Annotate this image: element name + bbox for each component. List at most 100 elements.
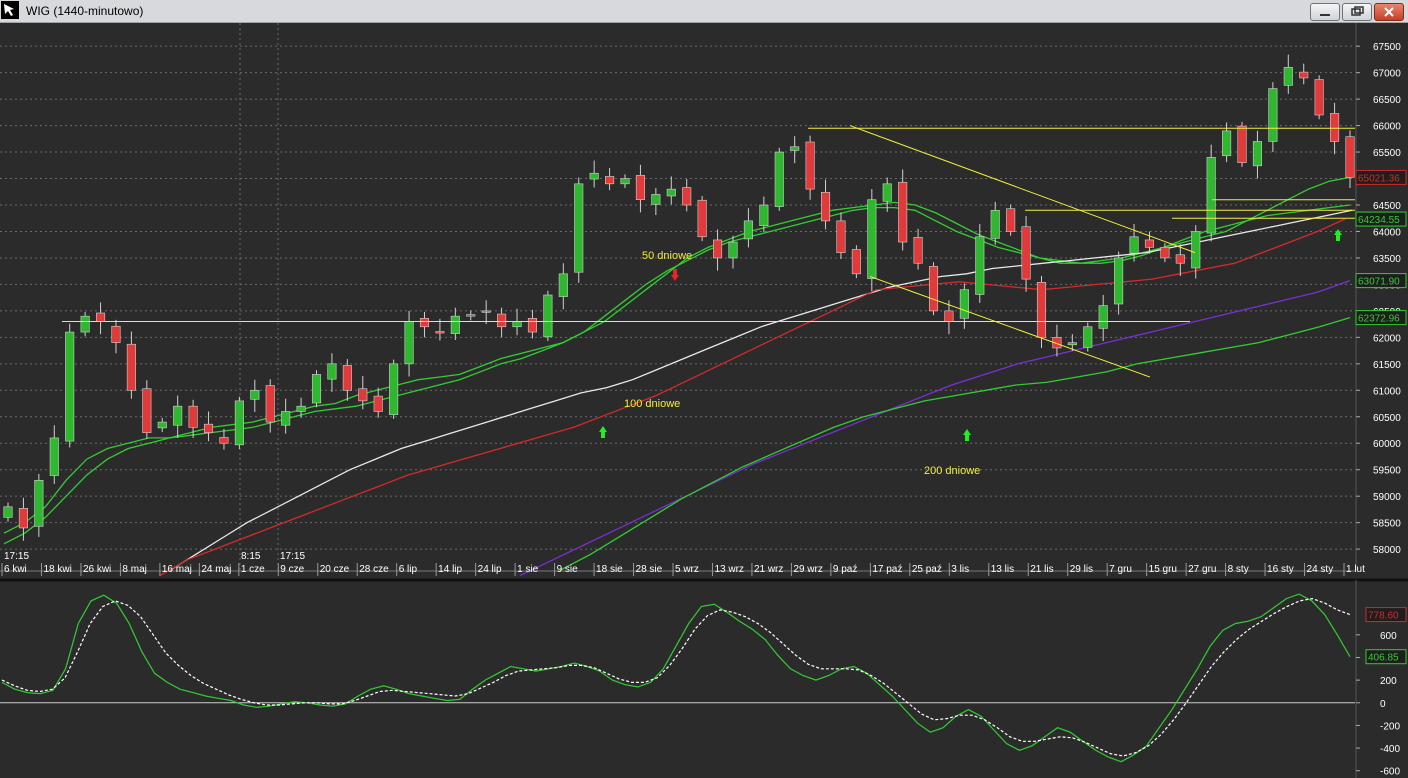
up-candle xyxy=(1083,326,1093,348)
up-candle xyxy=(589,172,599,180)
up-candle xyxy=(281,411,291,426)
down-candle xyxy=(635,175,645,201)
y-tick-label: 63500 xyxy=(1373,254,1401,265)
up-candle xyxy=(543,294,553,338)
down-candle xyxy=(1314,79,1324,116)
up-candle xyxy=(34,479,44,527)
close-button[interactable] xyxy=(1374,3,1404,21)
close-icon xyxy=(1384,7,1394,17)
up-candle xyxy=(1222,130,1232,157)
down-candle xyxy=(682,187,692,206)
up-candle xyxy=(311,374,322,404)
x-tick-label: 1 cze xyxy=(241,564,265,575)
y-tick-label: 67500 xyxy=(1373,42,1401,53)
up-candle xyxy=(80,315,90,333)
down-candle xyxy=(111,325,121,343)
x-tick-label: 28 cze xyxy=(359,564,389,575)
x-tick-label: 7 gru xyxy=(1109,564,1132,575)
up-candle xyxy=(1114,257,1124,305)
y-tick-label: 65500 xyxy=(1373,148,1401,159)
price-tag-label: 63071.90 xyxy=(1358,277,1400,288)
down-candle xyxy=(944,310,954,322)
down-candle xyxy=(435,331,445,334)
x-tick-label: 26 kwi xyxy=(83,564,111,575)
app-icon[interactable] xyxy=(1,1,19,19)
down-candle xyxy=(203,423,214,433)
annotation-label: 50 dniowe xyxy=(642,250,692,262)
down-candle xyxy=(928,266,939,312)
chart-area[interactable]: 58000 58500 59000 59500 60000 60500 61000 61500… xyxy=(0,23,1408,778)
up-candle xyxy=(651,194,661,205)
down-candle xyxy=(836,220,846,253)
osc-y-tick-label: 600 xyxy=(1380,631,1397,642)
minimize-button[interactable] xyxy=(1310,3,1340,21)
up-candle xyxy=(759,204,769,226)
y-tick-label: 61000 xyxy=(1373,386,1401,397)
up-candle xyxy=(666,188,676,197)
y-tick-label: 60000 xyxy=(1373,439,1401,450)
osc-value-label: 778.60 xyxy=(1368,611,1399,622)
up-candle xyxy=(1283,67,1293,86)
restore-button[interactable] xyxy=(1342,3,1372,21)
x-tick-label: 21 wrz xyxy=(754,564,783,575)
down-candle xyxy=(466,314,476,317)
x-tick-label: 14 lip xyxy=(438,564,462,575)
up-candle xyxy=(975,236,985,295)
macd-panel: -600-400-2000200400600778.60406.85 xyxy=(0,578,1408,778)
y-tick-label: 66500 xyxy=(1373,95,1401,106)
x-tick-label: 9 sie xyxy=(557,564,579,575)
y-tick-label: 62000 xyxy=(1373,333,1401,344)
x-tick-label: 6 kwi xyxy=(4,564,27,575)
x-tick-label: 16 sty xyxy=(1267,564,1294,575)
price-tag-label: 65021.36 xyxy=(1358,173,1400,184)
up-candle xyxy=(250,389,260,400)
up-candle xyxy=(1129,236,1139,254)
up-candle xyxy=(450,315,460,334)
window-titlebar: WIG (1440-minutowo) xyxy=(0,0,1408,23)
osc-y-tick-label: -600 xyxy=(1380,767,1400,778)
x-tick-label: 27 gru xyxy=(1188,564,1216,575)
price-tag-label: 64234.55 xyxy=(1358,215,1400,226)
down-candle xyxy=(1006,208,1016,232)
down-candle xyxy=(265,385,275,423)
y-tick-label: 58000 xyxy=(1373,545,1401,556)
x-tick-label: 17 paź xyxy=(872,564,902,575)
x-tick-label: 25 paź xyxy=(912,564,942,575)
down-candle xyxy=(1036,281,1047,338)
x-tick-label: 15 gru xyxy=(1149,564,1177,575)
down-candle xyxy=(1345,136,1355,178)
up-candle xyxy=(990,209,1000,239)
down-candle xyxy=(820,191,831,222)
x-tick-label: 20 cze xyxy=(320,564,350,575)
osc-y-tick-label: 200 xyxy=(1380,676,1397,687)
osc-value-label: 406.85 xyxy=(1368,653,1399,664)
osc-y-tick-label: 0 xyxy=(1380,699,1386,710)
down-candle xyxy=(342,365,352,391)
x-tick-label: 13 lis xyxy=(991,564,1014,575)
minimize-icon xyxy=(1320,14,1330,16)
x-tick-label: 24 maj xyxy=(201,564,231,575)
up-candle xyxy=(3,506,13,518)
up-candle xyxy=(512,321,522,328)
x-tick-label: 8 maj xyxy=(122,564,146,575)
up-candle xyxy=(1206,157,1216,234)
down-candle xyxy=(1330,113,1340,142)
time-label: 17:15 xyxy=(280,551,305,562)
oscillator-background xyxy=(0,580,1408,778)
up-candle xyxy=(481,310,491,313)
restore-icon xyxy=(1351,6,1364,16)
y-tick-label: 64500 xyxy=(1373,201,1401,212)
up-candle xyxy=(173,405,183,426)
up-candle xyxy=(743,220,753,240)
down-candle xyxy=(219,437,229,444)
time-label: 17:15 xyxy=(4,551,29,562)
time-label: 8:15 xyxy=(241,551,261,562)
down-candle xyxy=(1299,71,1309,79)
y-tick-label: 64000 xyxy=(1373,227,1401,238)
window-title: WIG (1440-minutowo) xyxy=(26,4,144,18)
osc-y-tick-label: -200 xyxy=(1380,721,1400,732)
x-tick-label: 24 sty xyxy=(1307,564,1334,575)
x-tick-label: 9 cze xyxy=(280,564,304,575)
down-candle xyxy=(126,343,136,391)
down-candle xyxy=(913,236,923,264)
